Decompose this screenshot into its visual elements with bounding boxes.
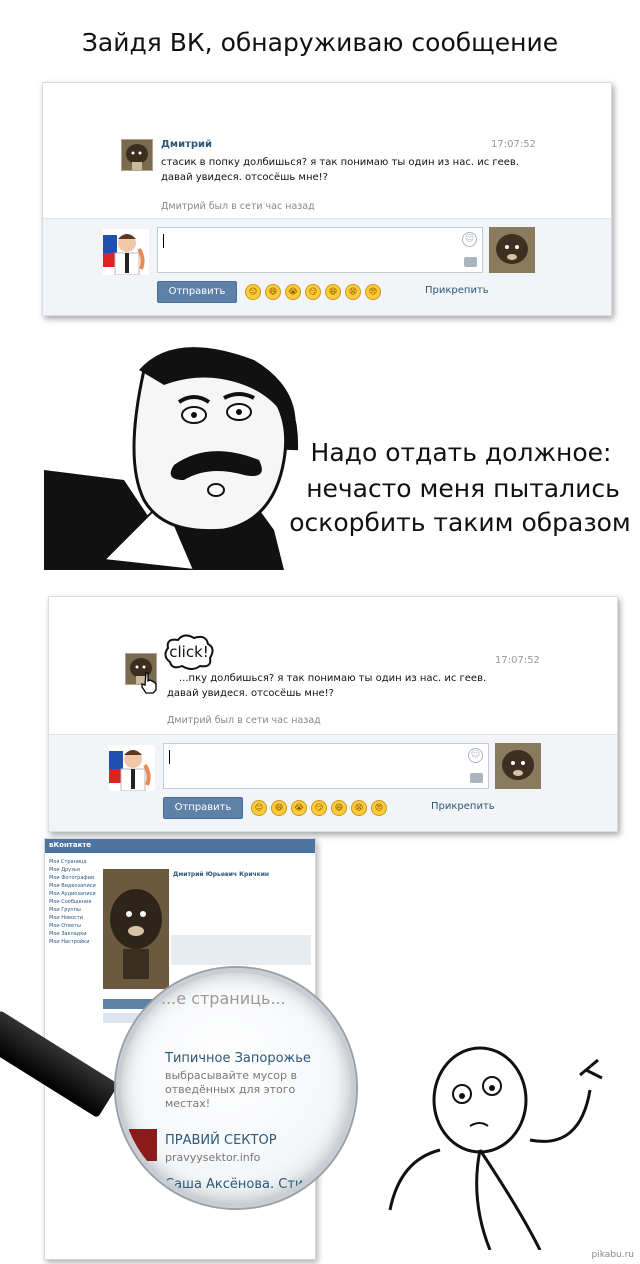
mag-item-sub-1-0: pravyysektor.info (165, 1151, 261, 1164)
caption-middle-line-1: Надо отдать должное: (310, 438, 612, 467)
attach-link[interactable]: Прикрепить (431, 801, 495, 812)
last-seen-text: Дмитрий был в сети час назад (161, 201, 315, 212)
recipient-avatar[interactable] (489, 227, 535, 273)
emoji-cry[interactable]: 😭 (285, 284, 301, 300)
profile-photo[interactable] (103, 869, 169, 989)
message-panel-2: 17:07:52 ...пку долбишься? я так понимаю… (48, 596, 618, 832)
profile-name: Дмитрий Юрьевич Кричкин (173, 871, 270, 878)
emoji-laugh[interactable]: 😆 (331, 800, 347, 816)
attach-link[interactable]: Прикрепить (425, 285, 489, 296)
meme-panel-2: Надо отдать должное: нечасто меня пытали… (0, 330, 640, 570)
mag-header: ...е страниць... (161, 989, 286, 1008)
send-button[interactable]: Отправить (163, 797, 243, 819)
emoji-smile[interactable]: 😄 (271, 800, 287, 816)
hedgehog-icon (495, 743, 541, 789)
nav-item-6[interactable]: Мои Группы (49, 907, 81, 913)
message-time: 17:07:52 (491, 139, 536, 150)
message-input[interactable]: ☺ (157, 227, 483, 273)
my-avatar[interactable] (109, 745, 155, 791)
emoji-cry[interactable]: 😭 (291, 800, 307, 816)
nav-item-5[interactable]: Мои Сообщения (49, 899, 91, 905)
group-avatar[interactable] (129, 1129, 157, 1161)
sender-name[interactable]: Дмитрий (161, 139, 212, 150)
send-button[interactable]: Отправить (157, 281, 237, 303)
nav-item-2[interactable]: Мои Фотографии (49, 875, 94, 881)
message-line-1: стасик в попку долбишься? я так понимаю … (161, 157, 520, 168)
hedgehog-icon (489, 227, 535, 273)
message-input[interactable]: ☺ (163, 743, 489, 789)
caption-middle-line-3: оскорбить таким образом (289, 508, 631, 537)
magnifier-lens: ...е страниць... Типичное Запорожье выбр… (116, 968, 356, 1208)
nav-item-8[interactable]: Мои Ответы (49, 923, 81, 929)
my-avatar[interactable] (103, 229, 149, 275)
hedgehog-icon (103, 869, 169, 989)
emoji-angry[interactable]: 😠 (365, 284, 381, 300)
vk-logo[interactable]: вКонтакте (49, 841, 91, 849)
nav-item-0[interactable]: Моя Страница (49, 859, 87, 865)
text-caret (163, 234, 164, 248)
vk-topbar: вКонтакте (45, 839, 315, 853)
mag-item-sub-0-1: отведённых для этого (165, 1083, 296, 1096)
emoji-neutral[interactable]: 😐 (245, 284, 261, 300)
text-caret (169, 750, 170, 764)
emoji-smirk[interactable]: 😏 (305, 284, 321, 300)
emoji-tired[interactable]: 😫 (351, 800, 367, 816)
mag-item-title-1[interactable]: ПРАВИЙ СЕКТОР (165, 1133, 277, 1148)
nav-item-9[interactable]: Мои Закладки (49, 931, 87, 937)
message-line-2: давай увидеся. отсосёшь мне!? (161, 172, 328, 183)
emoji-tired[interactable]: 😫 (345, 284, 361, 300)
mag-item-sub-0-2: местах! (165, 1097, 211, 1110)
nav-item-7[interactable]: Мои Новости (49, 915, 83, 921)
compose-area: ☺ Отправить 😐 😄 😭 😏 😆 😫 😠 Прикрепить (49, 734, 617, 831)
emoji-neutral[interactable]: 😐 (251, 800, 267, 816)
mag-item-title-0[interactable]: Типичное Запорожье (165, 1051, 311, 1066)
message-line-1: ...пку долбишься? я так понимаю ты один … (179, 673, 487, 684)
compose-area: ☺ Отправить 😐 😄 😭 😏 😆 😫 😠 Прикрепить (43, 218, 611, 315)
emoji-smile[interactable]: 😄 (265, 284, 281, 300)
user-avatar-icon (103, 229, 149, 275)
caption-top: Зайдя ВК, обнаруживаю сообщение (81, 28, 559, 57)
message-line-2: давай увидеся. отсосёшь мне!? (167, 688, 334, 699)
photo-strip[interactable] (171, 935, 311, 965)
sender-avatar[interactable] (121, 139, 153, 171)
message-panel-1: Дмитрий 17:07:52 стасик в попку долбишьс… (42, 82, 612, 316)
nav-item-3[interactable]: Мои Видеозаписи (49, 883, 96, 889)
watermark: pikabu.ru (591, 1250, 634, 1260)
recipient-avatar[interactable] (495, 743, 541, 789)
emoji-picker-icon[interactable]: ☺ (468, 748, 483, 763)
shrug-guy-illustration (388, 1046, 603, 1250)
mag-item-sub-0-0: выбрасывайте мусор в (165, 1069, 297, 1082)
emoji-picker-icon[interactable]: ☺ (462, 232, 477, 247)
emoji-laugh[interactable]: 😆 (325, 284, 341, 300)
nav-item-10[interactable]: Мои Настройки (49, 939, 89, 945)
click-bubble: click! (162, 634, 216, 670)
click-label: click! (169, 643, 209, 661)
camera-icon[interactable] (470, 773, 483, 783)
hedgehog-icon (122, 140, 152, 170)
camera-icon[interactable] (464, 257, 477, 267)
emoji-angry[interactable]: 😠 (371, 800, 387, 816)
last-seen-text: Дмитрий был в сети час назад (167, 715, 321, 726)
message-time: 17:07:52 (495, 655, 540, 666)
caption-middle-line-2: нечасто меня пытались (306, 474, 620, 503)
hand-cursor-icon (141, 672, 157, 694)
emoji-smirk[interactable]: 😏 (311, 800, 327, 816)
user-avatar-icon (109, 745, 155, 791)
mag-item-title-2[interactable]: Саша Аксёнова. Стих... (165, 1177, 323, 1192)
nav-item-1[interactable]: Мои Друзья (49, 867, 80, 873)
nav-item-4[interactable]: Мои Аудиозаписи (49, 891, 96, 897)
